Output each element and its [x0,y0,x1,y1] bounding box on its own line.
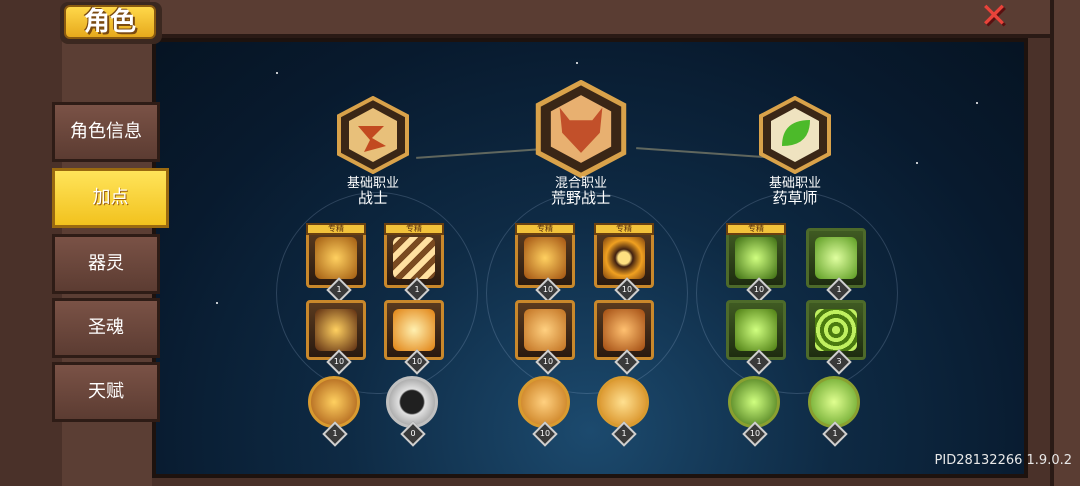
rage-skill-icon [315,309,357,351]
bomb-skill-icon [603,237,645,279]
sidebar-item-talent[interactable]: 天赋 [52,362,160,422]
top-bar [150,0,1055,38]
skill-slot[interactable]: 3 [806,300,866,375]
star [276,72,278,74]
wild-warrior-class-icon[interactable] [532,80,630,178]
specialty-tag: 专精 [384,223,444,235]
burst-skill-icon [815,237,857,279]
spiral-skill-icon [815,309,857,351]
sword-skill-icon [393,309,435,351]
skill-slot[interactable]: 10 [384,300,444,375]
drop-orb-icon[interactable]: 10 [728,376,780,447]
potion-skill-icon [735,309,777,351]
star [576,62,578,64]
sidebar-item-character-info[interactable]: 角色信息 [52,102,160,162]
skill-slot[interactable]: 专精 1 [306,223,366,303]
class-name: 战士 [357,189,388,207]
skill-slot[interactable]: 10 [306,300,366,375]
sidebar-item-points[interactable]: 加点 [52,168,169,228]
class-name: 荒野战士 [550,189,611,207]
skill-slot[interactable]: 1 [806,228,866,303]
note-orb-icon[interactable]: 1 [597,376,649,447]
class-label-herbalist: 基础职业 药草师 [735,176,855,206]
skill-slot[interactable]: 专精 10 [726,223,786,303]
sidebar-item-spirit[interactable]: 器灵 [52,234,160,294]
window-title: 角色 [64,5,156,39]
leaf-orb-icon[interactable]: 10 [518,376,570,447]
version-label: PID28132266 1.9.0.2 [934,453,1072,468]
star [976,102,978,104]
star [216,302,218,304]
sidebar-item-holy-soul[interactable]: 圣魂 [52,298,160,358]
skill-slot[interactable]: 专精 1 [384,223,444,303]
right-border [1050,0,1080,486]
skill-slot[interactable]: 专精 10 [594,223,654,303]
flask-orb-icon[interactable]: 1 [808,376,860,447]
star [916,162,918,164]
connector-line [636,147,776,159]
title-tab: 角色 [60,2,162,44]
skill-slot[interactable]: 1 [594,300,654,375]
specialty-tag: 专精 [306,223,366,235]
skill-slot[interactable]: 10 [515,300,575,375]
mask-skill-icon [603,309,645,351]
ghost-orb-icon[interactable]: 0 [386,376,438,447]
warrior-class-icon[interactable] [334,96,412,174]
class-label-wild-warrior: 混合职业 荒野战士 [521,176,641,206]
specialty-tag: 专精 [515,223,575,235]
class-name: 药草师 [772,189,818,207]
skill-slot[interactable]: 专精 10 [515,223,575,303]
claw-skill-icon [393,237,435,279]
specialty-tag: 专精 [726,223,786,235]
totem-skill-icon [735,237,777,279]
class-label-warrior: 基础职业 战士 [313,176,433,206]
skill-slot[interactable]: 1 [726,300,786,375]
sword-orb-icon[interactable]: 1 [308,376,360,447]
slash-skill-icon [315,237,357,279]
fire-skill-icon [524,237,566,279]
specialty-tag: 专精 [594,223,654,235]
herbalist-class-icon[interactable] [756,96,834,174]
close-icon[interactable]: ✕ [978,0,1010,33]
leaf-skill-icon [524,309,566,351]
